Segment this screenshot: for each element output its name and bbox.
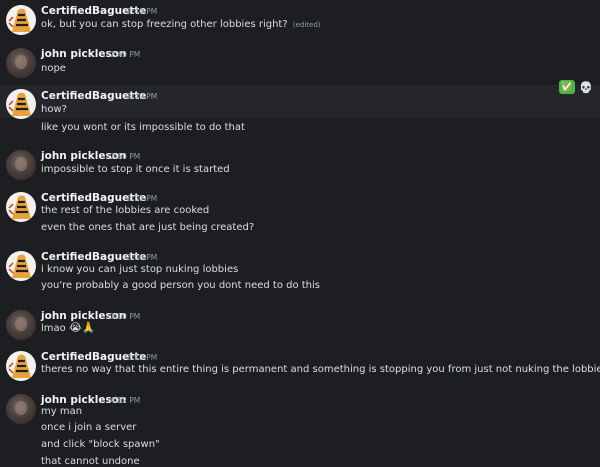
message[interactable]: CertifiedBaguette 2:44 PM ok, but you ca… (0, 0, 600, 40)
timestamp: 3:06 PM (127, 253, 158, 262)
avatar[interactable] (6, 351, 36, 381)
message-text: once i join a server (41, 422, 137, 433)
message-text: ok, but you can stop freezing other lobb… (41, 19, 321, 30)
timestamp: 3:10 PM (110, 312, 141, 321)
message-text: you're probably a good person you dont n… (41, 280, 321, 291)
message[interactable]: john pickleson 2:49 PM nope (0, 43, 600, 83)
timestamp: 2:44 PM (127, 7, 158, 16)
message-text: how? (41, 104, 67, 115)
timestamp: 3:13 PM (127, 353, 158, 362)
message-text: nope (41, 63, 66, 74)
skull-reaction-icon[interactable]: 💀 (578, 80, 594, 94)
hover-reaction-bar: ✅ 💀 (559, 80, 594, 94)
crying-praying-emoji: 😭🙏 (68, 321, 96, 334)
timestamp: 2:49 PM (127, 92, 158, 101)
avatar[interactable] (6, 310, 36, 340)
avatar[interactable] (6, 5, 36, 35)
avatar[interactable] (6, 89, 36, 119)
message-text: and click "block spawn" (41, 439, 160, 450)
avatar[interactable] (6, 48, 36, 78)
check-reaction-icon[interactable]: ✅ (559, 80, 575, 94)
message[interactable]: CertifiedBaguette 3:06 PM i know you can… (0, 246, 600, 296)
message[interactable]: CertifiedBaguette 2:49 PM how? (0, 85, 600, 119)
message-text: lmao 😭🙏 (41, 321, 96, 334)
message-text: even the ones that are just being create… (41, 222, 255, 233)
timestamp: 2:51 PM (127, 194, 158, 203)
message-text: theres no way that this entire thing is … (41, 364, 600, 375)
message[interactable]: CertifiedBaguette 2:51 PM the rest of th… (0, 187, 600, 237)
message-text: that cannot undone (41, 456, 140, 467)
avatar[interactable] (6, 192, 36, 222)
message[interactable]: john pickleson 3:10 PM lmao 😭🙏 (0, 305, 600, 345)
avatar[interactable] (6, 394, 36, 424)
chat-message-list: CertifiedBaguette 2:44 PM ok, but you ca… (0, 0, 600, 467)
message[interactable]: john pickleson 2:50 PM impossible to sto… (0, 145, 600, 185)
message[interactable]: john pickleson 4:32 PM my man once i joi… (0, 389, 600, 467)
timestamp: 2:49 PM (110, 50, 141, 59)
message-text: my man (41, 406, 83, 417)
message-text: like you wont or its impossible to do th… (41, 122, 245, 133)
message[interactable]: CertifiedBaguette 3:13 PM theres no way … (0, 346, 600, 386)
message-text: the rest of the lobbies are cooked (41, 205, 210, 216)
avatar[interactable] (6, 251, 36, 281)
message-text: i know you can just stop nuking lobbies (41, 264, 239, 275)
edited-label: (edited) (292, 21, 321, 29)
avatar[interactable] (6, 150, 36, 180)
timestamp: 4:32 PM (110, 396, 141, 405)
timestamp: 2:50 PM (110, 152, 141, 161)
message-text: impossible to stop it once it is started (41, 164, 230, 175)
